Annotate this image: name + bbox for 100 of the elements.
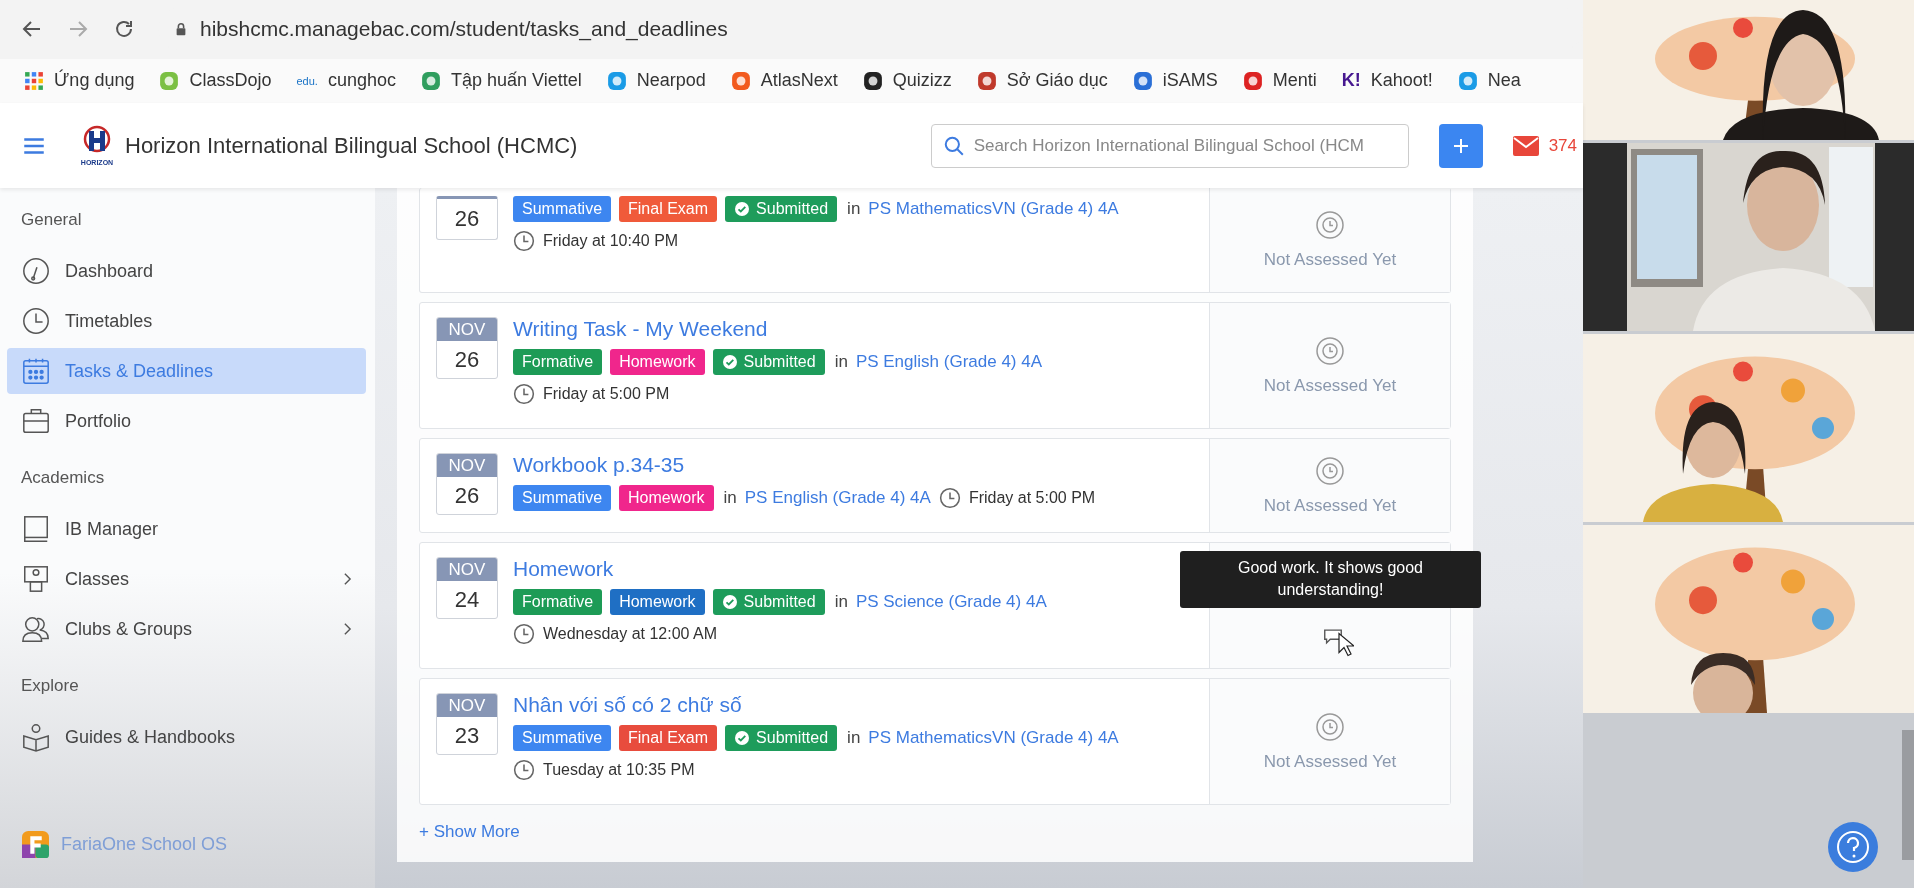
date-badge: NOV 23 [436,693,498,755]
site-logo-icon [862,70,883,91]
show-more-link[interactable]: + Show More [419,814,520,852]
clock-icon [513,383,535,405]
tag: Homework [619,485,714,511]
site-logo-icon [606,70,627,91]
bookmark[interactable]: Nea [1457,70,1521,92]
check-icon [734,730,751,746]
clock-icon [513,759,535,781]
due-time: Wednesday at 12:00 AM [543,625,718,643]
class-link[interactable]: PS English (Grade 4) 4A [744,488,931,508]
task-title-link[interactable]: Homework [513,557,1047,581]
bookmark[interactable]: Ứng dụng [24,70,135,92]
reader-icon [21,722,51,752]
class-link[interactable]: PS MathematicsVN (Grade 4) 4A [868,199,1119,219]
tag: Summative [513,196,612,222]
clock-icon [1315,210,1345,240]
school-name: Horizon International Bilingual School (HCMC) [125,132,578,159]
comment-icon[interactable] [1322,628,1344,645]
bookmark[interactable]: Menti [1242,70,1317,92]
bookmark[interactable]: K! Kahoot! [1341,70,1433,92]
bookmark[interactable]: iSAMS [1132,70,1218,92]
apps-grid-icon [24,70,44,91]
site-logo-icon [730,70,751,91]
url-text: hibshcmc.managebac.com/student/tasks_and_deadlines [200,17,728,42]
search-icon [942,134,965,157]
briefcase-icon [21,406,51,436]
class-link[interactable]: PS MathematicsVN (Grade 4) 4A [868,728,1119,748]
mouse-pointer-icon [1338,632,1354,657]
add-button[interactable] [1438,123,1483,168]
section-heading: Explore [21,676,80,696]
tag: Summative [513,485,612,511]
in-label: in [847,728,861,748]
app-logo-icon [22,831,49,858]
due-time: Friday at 5:00 PM [968,489,1096,507]
book-icon [21,514,51,544]
in-label: in [847,199,861,219]
tag: Submitted [712,589,825,615]
assessment-status: Not Assessed Yet [1263,250,1397,270]
sidebar-item[interactable]: Clubs & Groups [7,606,366,652]
class-link[interactable]: PS English (Grade 4) 4A [855,352,1043,372]
site-logo-icon [1457,70,1478,91]
bookmark[interactable]: edu. cunghoc [296,70,396,92]
clock-icon [1315,455,1345,486]
clock-icon [513,230,535,252]
clock-icon [938,487,961,509]
due-time: Friday at 10:40 PM [543,232,679,250]
tag: Homework [610,349,705,375]
search-field[interactable]: Search Horizon International Bilingual School (HCM [930,123,1409,168]
sidebar-item[interactable]: Classes [7,556,366,602]
in-label: in [834,592,848,612]
site-logo-icon [420,70,441,91]
date-badge: 26 [436,196,498,240]
check-icon [721,594,738,610]
bookmark[interactable]: AtlasNext [730,70,838,92]
sidebar-item[interactable]: Guides & Handbooks [7,714,366,760]
check-icon [721,354,738,370]
lock-icon [174,22,188,37]
bookmark[interactable]: Tập huấn Viettel [420,70,582,92]
tag: Submitted [712,349,825,375]
tag: Submitted [725,725,838,751]
task-title-link[interactable]: Writing Task - My Weekend [513,317,1043,341]
site-logo-icon [1132,70,1153,91]
tag: Submitted [725,196,838,222]
class-link[interactable]: PS Science (Grade 4) 4A [855,592,1047,612]
tag: Formative [513,589,603,615]
sidebar-item[interactable]: Dashboard [7,248,366,294]
task-title-link[interactable]: Nhân với số có 2 chữ số [513,693,1119,717]
bookmark[interactable]: ClassDojo [159,70,272,92]
section-heading: Academics [21,468,106,488]
bookmark[interactable]: Sở Giáo dục [976,70,1108,92]
presenter-icon [21,564,51,594]
mail-icon [1512,135,1539,156]
assessment-status: Not Assessed Yet [1263,375,1397,396]
site-logo-text: edu. [296,74,318,87]
clock-icon [21,306,51,336]
sidebar-item[interactable]: Timetables [7,298,366,344]
bookmark[interactable]: Nearpod [606,70,706,92]
inbox-link[interactable]: 374 [1512,135,1577,156]
tooltip: Good work. It shows good understanding! [1180,551,1481,608]
in-label: in [834,352,848,372]
tag: Final Exam [619,196,718,222]
task-title-link[interactable]: Workbook p.34-35 [513,453,1096,477]
date-badge: NOV 24 [436,557,498,619]
due-time: Tuesday at 10:35 PM [543,761,695,779]
bookmark[interactable]: Quizizz [862,70,952,92]
sidebar-item[interactable]: Portfolio [7,398,366,444]
clock-icon [513,623,535,645]
site-logo-icon [976,70,997,91]
site-logo-icon [159,70,180,91]
tag: Homework [610,589,705,615]
date-badge: NOV 26 [436,453,498,515]
date-badge: NOV 26 [436,317,498,379]
sidebar-item[interactable]: IB Manager [7,506,366,552]
due-time: Friday at 5:00 PM [543,385,670,403]
people-icon [21,614,51,644]
tag: Summative [513,725,612,751]
section-heading: General [21,210,83,230]
scrollbar[interactable] [1902,730,1914,860]
tag: Final Exam [619,725,718,751]
